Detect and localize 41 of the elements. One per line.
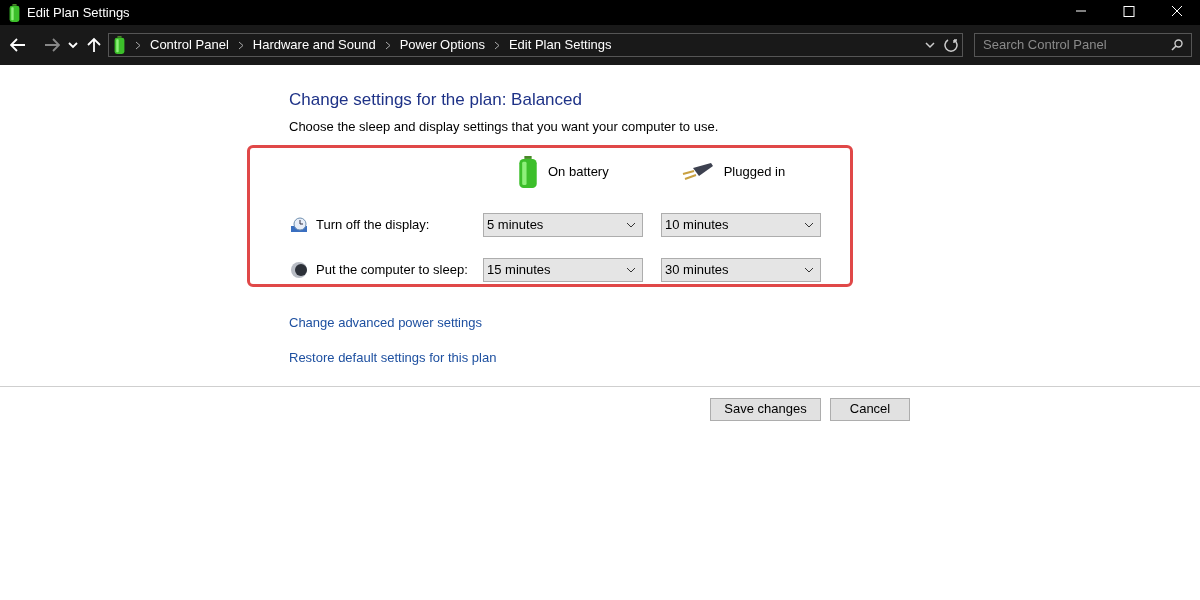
- up-arrow-icon[interactable]: [87, 37, 101, 53]
- chevron-right-icon: [384, 40, 391, 50]
- cancel-button[interactable]: Cancel: [830, 397, 910, 421]
- page-heading: Change settings for the plan: Balanced: [289, 90, 583, 110]
- breadcrumb-item[interactable]: Power Options: [399, 35, 485, 55]
- address-bar[interactable]: Control Panel Hardware and Sound Power Options Edit Plan Settings: [108, 33, 963, 57]
- dropdown[interactable]: 30 minutes: [661, 257, 821, 282]
- chevron-right-icon: [237, 40, 244, 50]
- plug-icon: [680, 161, 715, 182]
- dropdown[interactable]: 15 minutes: [483, 257, 643, 282]
- breadcrumb-item[interactable]: Control Panel: [150, 35, 229, 55]
- column-label: Plugged in: [723, 162, 786, 181]
- forward-arrow-icon[interactable]: [44, 38, 60, 52]
- column-label: On battery: [548, 162, 609, 181]
- battery-icon: [8, 3, 21, 22]
- refresh-icon[interactable]: [944, 38, 958, 52]
- caret-icon: [804, 266, 814, 273]
- breadcrumb-item[interactable]: Edit Plan Settings: [508, 35, 612, 55]
- search-field[interactable]: Search Control Panel: [974, 33, 1192, 57]
- breadcrumb-item[interactable]: Hardware and Sound: [252, 35, 376, 55]
- battery-icon: [517, 155, 539, 188]
- link[interactable]: Restore default settings for this plan: [289, 348, 497, 368]
- back-arrow-icon[interactable]: [10, 38, 26, 52]
- dropdown[interactable]: 10 minutes: [661, 212, 821, 237]
- caret-icon: [804, 221, 814, 228]
- description: Choose the sleep and display settings that you want your computer to use.: [289, 118, 720, 136]
- link[interactable]: Change advanced power settings: [289, 312, 482, 332]
- caret-icon: [626, 266, 636, 273]
- chevron-right-icon: [493, 40, 500, 50]
- chevron-right-icon: [135, 40, 141, 50]
- setting-label: Put the computer to sleep:: [316, 260, 469, 279]
- clock-monitor-icon: [290, 216, 308, 233]
- save-button[interactable]: Save changes: [710, 397, 821, 421]
- caret-icon: [626, 221, 636, 228]
- battery-icon: [113, 36, 126, 54]
- window-title: Edit Plan Settings: [27, 3, 130, 22]
- search-icon: [1171, 39, 1183, 51]
- setting-label: Turn off the display:: [316, 215, 431, 234]
- dropdown[interactable]: 5 minutes: [483, 212, 643, 237]
- chevron-down-icon[interactable]: [925, 41, 935, 49]
- moon-icon: [290, 260, 308, 279]
